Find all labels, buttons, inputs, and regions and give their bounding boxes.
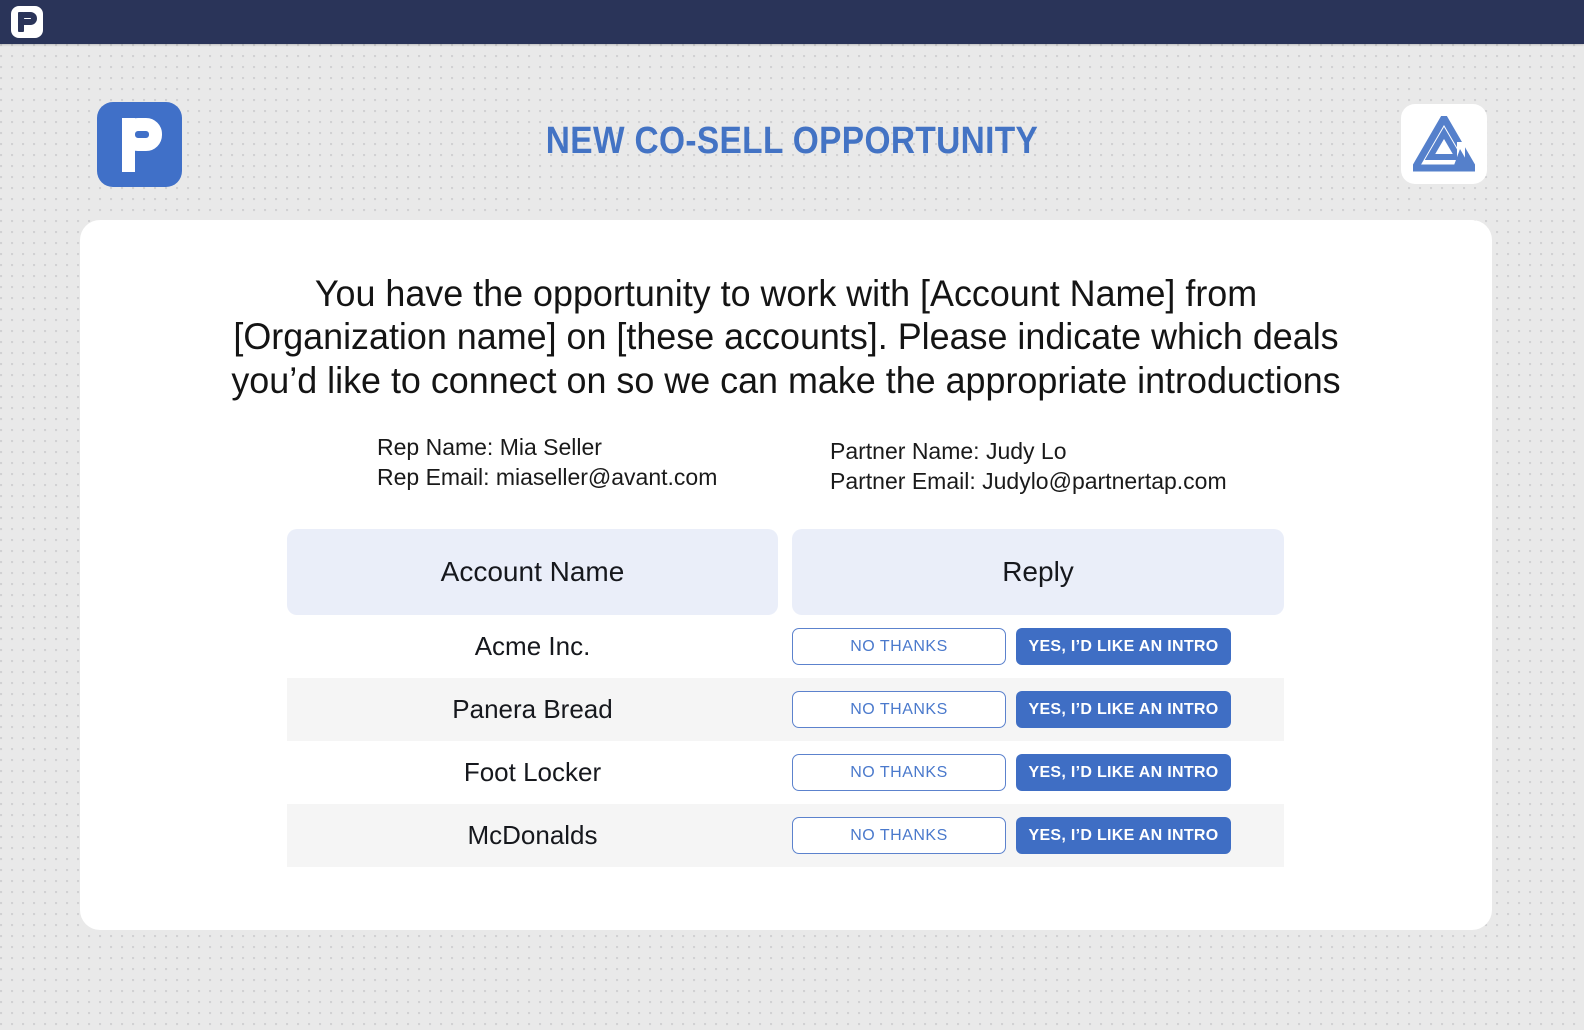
reply-cell: NO THANKS YES, I’D LIKE AN INTRO xyxy=(778,628,1284,665)
top-navigation-bar xyxy=(0,0,1584,44)
column-header-account-name: Account Name xyxy=(287,529,778,615)
table-row: Foot Locker NO THANKS YES, I’D LIKE AN I… xyxy=(287,741,1284,804)
table-row: Panera Bread NO THANKS YES, I’D LIKE AN … xyxy=(287,678,1284,741)
partner-name-line: Partner Name: Judy Lo xyxy=(830,437,1067,464)
yes-intro-button[interactable]: YES, I’D LIKE AN INTRO xyxy=(1016,754,1231,791)
account-name-cell: McDonalds xyxy=(467,820,598,850)
account-name-cell: Panera Bread xyxy=(452,694,613,724)
column-header-reply: Reply xyxy=(792,529,1284,615)
table-row: Acme Inc. NO THANKS YES, I’D LIKE AN INT… xyxy=(287,615,1284,678)
avant-logo-svg xyxy=(1413,116,1475,172)
partner-contact-block: Partner Name: Judy Lo Partner Email: Jud… xyxy=(830,436,1227,497)
reply-cell: NO THANKS YES, I’D LIKE AN INTRO xyxy=(778,754,1284,791)
contacts-block: Rep Name: Mia Seller Rep Email: miaselle… xyxy=(80,432,1492,502)
account-name-cell: Foot Locker xyxy=(463,757,602,787)
page-title: NEW CO-SELL OPPORTUNITY xyxy=(545,120,1039,162)
accounts-table: Account Name Reply Acme Inc. NO THANKS Y… xyxy=(287,529,1284,867)
account-name-cell: Acme Inc. xyxy=(474,631,591,661)
table-row: McDonalds NO THANKS YES, I’D LIKE AN INT… xyxy=(287,804,1284,867)
avant-triangle-logo-icon xyxy=(1401,104,1487,184)
no-thanks-button[interactable]: NO THANKS xyxy=(792,754,1006,791)
yes-intro-button[interactable]: YES, I’D LIKE AN INTRO xyxy=(1016,691,1231,728)
yes-intro-button[interactable]: YES, I’D LIKE AN INTRO xyxy=(1016,628,1231,665)
page-root: NEW CO-SELL OPPORTUNITY You have the opp… xyxy=(0,0,1584,1030)
partner-email-line: Partner Email: Judylo@partnertap.com xyxy=(830,468,1227,495)
no-thanks-button[interactable]: NO THANKS xyxy=(792,691,1006,728)
no-thanks-button[interactable]: NO THANKS xyxy=(792,817,1006,854)
rep-name-line: Rep Name: Mia Seller xyxy=(377,433,602,460)
partnertap-p-logo-icon[interactable] xyxy=(11,6,43,38)
yes-intro-button[interactable]: YES, I’D LIKE AN INTRO xyxy=(1016,817,1231,854)
reply-cell: NO THANKS YES, I’D LIKE AN INTRO xyxy=(778,817,1284,854)
table-header-row: Account Name Reply xyxy=(287,529,1284,615)
logo-bowl-shape xyxy=(18,12,37,25)
intro-paragraph: You have the opportunity to work with [A… xyxy=(231,273,1341,401)
reply-cell: NO THANKS YES, I’D LIKE AN INTRO xyxy=(778,691,1284,728)
email-header-band: NEW CO-SELL OPPORTUNITY xyxy=(0,44,1584,220)
rep-email-line: Rep Email: miaseller@avant.com xyxy=(377,464,718,491)
content-card: You have the opportunity to work with [A… xyxy=(80,220,1492,930)
rep-contact-block: Rep Name: Mia Seller Rep Email: miaselle… xyxy=(377,432,717,493)
no-thanks-button[interactable]: NO THANKS xyxy=(792,628,1006,665)
